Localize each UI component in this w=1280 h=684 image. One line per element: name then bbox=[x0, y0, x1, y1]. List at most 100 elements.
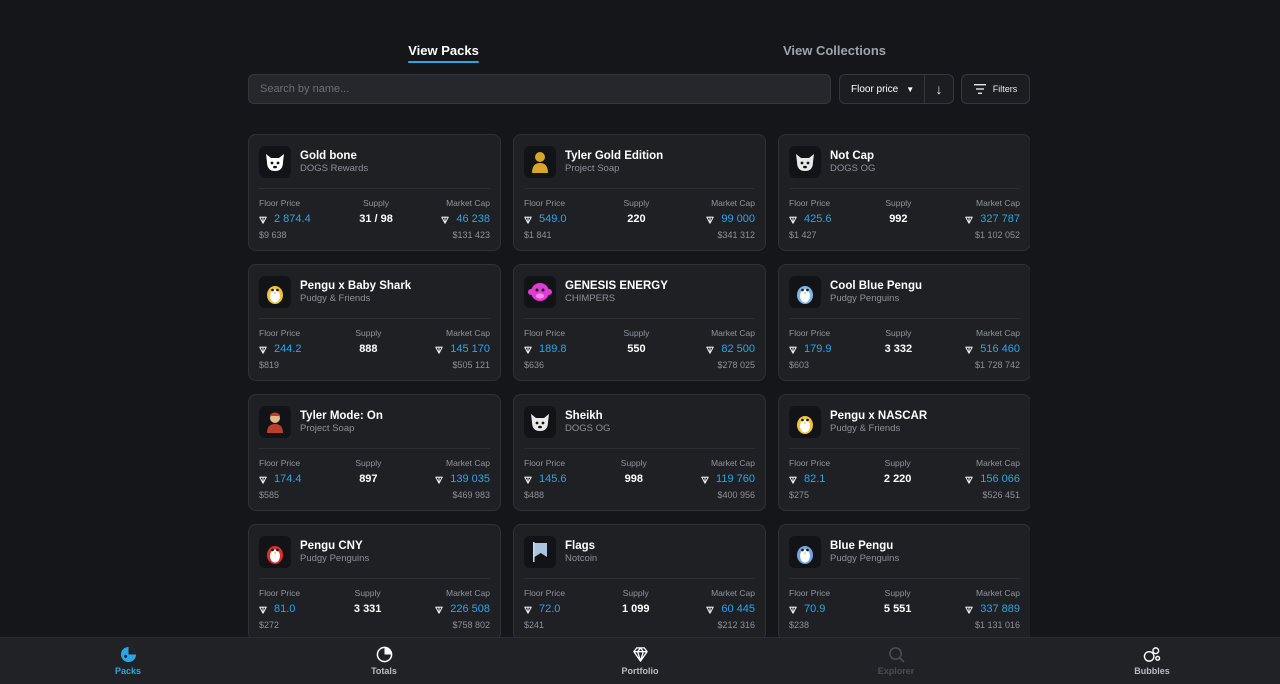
pack-card-10[interactable]: Pengu CNY Pudgy Penguins Floor Price 81.… bbox=[248, 524, 501, 637]
floor-price-usd: $1 841 bbox=[524, 230, 552, 240]
nav-portfolio[interactable]: Portfolio bbox=[512, 638, 768, 684]
floor-price-value: 425.6 bbox=[789, 212, 832, 227]
market-cap-usd: $758 802 bbox=[452, 620, 490, 630]
pack-card-11[interactable]: Flags Notcoin Floor Price 72.0 $241 Supp… bbox=[513, 524, 766, 637]
card-titles: Pengu CNY Pudgy Penguins bbox=[300, 539, 369, 565]
nascar-penguin-icon bbox=[797, 415, 813, 434]
pack-avatar bbox=[524, 535, 556, 568]
nav-label: Explorer bbox=[877, 666, 915, 676]
pack-card-3[interactable]: Not Cap DOGS OG Floor Price 425.6 $1 427… bbox=[778, 134, 1030, 251]
floor-price-usd: $1 427 bbox=[789, 230, 817, 240]
card-titles: Cool Blue Pengu Pudgy Penguins bbox=[830, 279, 922, 305]
card-header: Pengu x NASCAR Pudgy & Friends bbox=[789, 395, 1020, 449]
supply-value: 888 bbox=[359, 343, 378, 355]
ton-icon bbox=[435, 476, 443, 484]
pack-title: Flags bbox=[565, 539, 596, 552]
sort-select[interactable]: Floor price ▼ bbox=[840, 75, 924, 103]
market-cap-stat: Market Cap 139 035 $469 983 bbox=[435, 458, 490, 501]
card-titles: Flags Notcoin bbox=[565, 539, 597, 565]
supply-stat: Supply 3 332 bbox=[885, 328, 913, 371]
market-cap-stat: Market Cap 337 889 $1 131 016 bbox=[965, 588, 1020, 631]
nav-label: Packs bbox=[114, 666, 142, 676]
floor-price-usd: $603 bbox=[789, 360, 810, 370]
pack-collection: DOGS OG bbox=[830, 162, 876, 174]
nav-totals[interactable]: Totals bbox=[256, 638, 512, 684]
pack-card-4[interactable]: Pengu x Baby Shark Pudgy & Friends Floor… bbox=[248, 264, 501, 381]
nav-bubbles[interactable]: Bubbles bbox=[1024, 638, 1280, 684]
pack-card-1[interactable]: Gold bone DOGS Rewards Floor Price 2 874… bbox=[248, 134, 501, 251]
card-titles: Not Cap DOGS OG bbox=[830, 149, 875, 175]
card-header: Gold bone DOGS Rewards bbox=[259, 135, 490, 189]
supply-label: Supply bbox=[354, 588, 381, 598]
pack-card-9[interactable]: Pengu x NASCAR Pudgy & Friends Floor Pri… bbox=[778, 394, 1030, 511]
character-icon bbox=[267, 412, 283, 433]
pack-collection: Notcoin bbox=[565, 552, 598, 564]
floor-price-value: 189.8 bbox=[524, 342, 567, 357]
floor-price-label: Floor Price bbox=[524, 458, 566, 468]
packs-icon bbox=[120, 646, 136, 663]
card-stats: Floor Price 425.6 $1 427 Supply 992 Mark… bbox=[789, 189, 1020, 241]
supply-stat: Supply 5 551 bbox=[884, 588, 912, 631]
supply-label: Supply bbox=[884, 588, 911, 598]
ton-icon bbox=[965, 476, 973, 484]
filters-button[interactable]: Filters bbox=[961, 74, 1030, 104]
tab-view-collections[interactable]: View Collections bbox=[639, 36, 1030, 66]
card-header: Blue Pengu Pudgy Penguins bbox=[789, 525, 1020, 579]
pack-card-6[interactable]: Cool Blue Pengu Pudgy Penguins Floor Pri… bbox=[778, 264, 1030, 381]
pack-card-8[interactable]: Sheikh DOGS OG Floor Price 145.6 $488 Su… bbox=[513, 394, 766, 511]
sort-direction-button[interactable]: ↓ bbox=[924, 75, 953, 103]
penguin-red-icon bbox=[267, 545, 283, 564]
floor-price-label: Floor Price bbox=[789, 328, 831, 338]
ton-icon bbox=[789, 476, 797, 484]
market-cap-label: Market Cap bbox=[446, 198, 490, 208]
pack-card-2[interactable]: Tyler Gold Edition Project Soap Floor Pr… bbox=[513, 134, 766, 251]
ton-icon bbox=[259, 216, 267, 224]
card-titles: Blue Pengu Pudgy Penguins bbox=[830, 539, 899, 565]
card-header: Tyler Mode: On Project Soap bbox=[259, 395, 490, 449]
arrow-down-icon: ↓ bbox=[935, 81, 943, 97]
market-cap-stat: Market Cap 145 170 $505 121 bbox=[435, 328, 490, 371]
card-header: Pengu CNY Pudgy Penguins bbox=[259, 525, 490, 579]
pack-title: Sheikh bbox=[565, 409, 603, 422]
market-cap-stat: Market Cap 156 066 $526 451 bbox=[965, 458, 1020, 501]
card-stats: Floor Price 70.9 $238 Supply 5 551 Marke… bbox=[789, 579, 1020, 631]
floor-price-label: Floor Price bbox=[789, 588, 831, 598]
supply-label: Supply bbox=[355, 328, 382, 338]
supply-value: 31 / 98 bbox=[359, 213, 393, 225]
gold-figure-icon bbox=[532, 151, 548, 173]
ton-icon bbox=[789, 346, 797, 354]
card-stats: Floor Price 81.0 $272 Supply 3 331 Marke… bbox=[259, 579, 490, 631]
market-cap-stat: Market Cap 226 508 $758 802 bbox=[435, 588, 490, 631]
supply-label: Supply bbox=[884, 458, 911, 468]
pack-collection: DOGS Rewards bbox=[300, 162, 369, 174]
supply-label: Supply bbox=[623, 328, 650, 338]
nav-explorer[interactable]: Explorer bbox=[768, 638, 1024, 684]
pack-card-12[interactable]: Blue Pengu Pudgy Penguins Floor Price 70… bbox=[778, 524, 1030, 637]
nav-label: Portfolio bbox=[621, 666, 659, 676]
floor-price-usd: $819 bbox=[259, 360, 280, 370]
nav-packs[interactable]: Packs bbox=[0, 638, 256, 684]
floor-price-usd: $241 bbox=[524, 620, 545, 630]
floor-price-stat: Floor Price 70.9 $238 bbox=[789, 588, 830, 631]
supply-label: Supply bbox=[622, 588, 649, 598]
supply-value: 550 bbox=[627, 343, 646, 355]
pack-title: Pengu x NASCAR bbox=[830, 409, 928, 422]
pack-avatar bbox=[259, 275, 291, 308]
chimp-icon bbox=[528, 282, 552, 301]
card-titles: GENESIS ENERGY CHIMPERS bbox=[565, 279, 668, 305]
supply-stat: Supply 31 / 98 bbox=[359, 198, 393, 241]
supply-stat: Supply 220 bbox=[623, 198, 649, 241]
dog-icon bbox=[266, 153, 284, 171]
supply-label: Supply bbox=[885, 328, 912, 338]
floor-price-label: Floor Price bbox=[259, 458, 301, 468]
pack-title: GENESIS ENERGY bbox=[565, 279, 668, 292]
supply-stat: Supply 888 bbox=[355, 328, 381, 371]
pack-card-5[interactable]: GENESIS ENERGY CHIMPERS Floor Price 189.… bbox=[513, 264, 766, 381]
pack-card-7[interactable]: Tyler Mode: On Project Soap Floor Price … bbox=[248, 394, 501, 511]
search-input[interactable] bbox=[248, 74, 831, 104]
market-cap-label: Market Cap bbox=[711, 588, 755, 598]
dog-sheikh-icon bbox=[531, 413, 549, 431]
sort-label: Floor price bbox=[851, 83, 899, 95]
tab-view-packs[interactable]: View Packs bbox=[248, 36, 639, 66]
supply-value: 2 220 bbox=[883, 473, 912, 485]
